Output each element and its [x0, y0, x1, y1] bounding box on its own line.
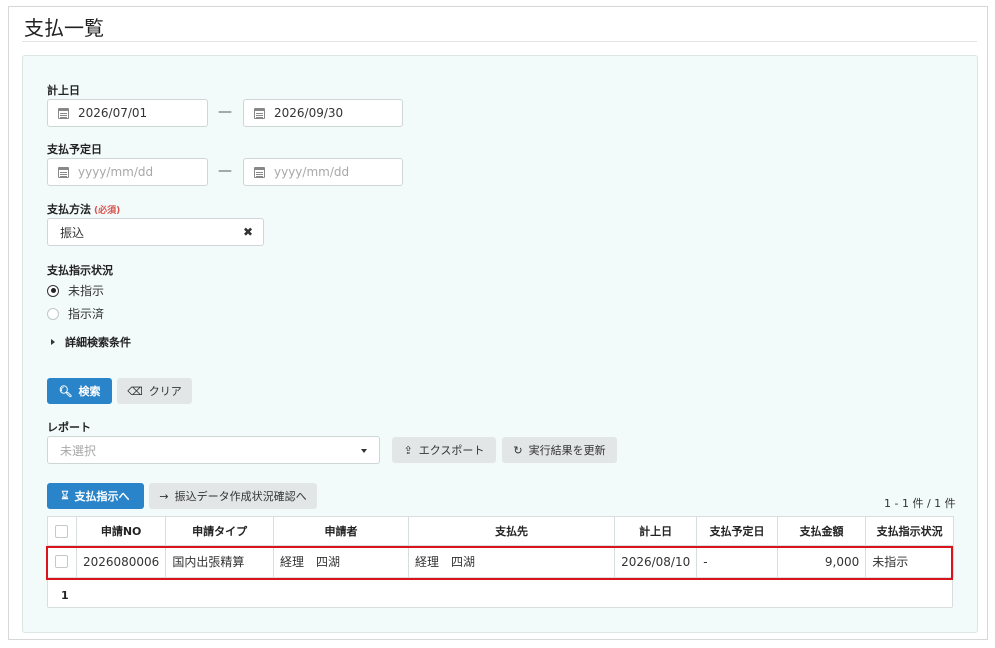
eraser-icon: ⌫	[127, 384, 143, 398]
results-table-container: 申請NO 申請タイプ 申請者 支払先 計上日 支払予定日 支払金額 支払指示状況…	[47, 516, 954, 608]
calendar-icon	[58, 166, 69, 178]
payment-instruct-label: 支払指示へ	[74, 490, 130, 503]
posting-date-to-value: 2026/09/30	[274, 106, 344, 120]
posting-date-to[interactable]: 2026/09/30	[243, 99, 403, 127]
column-header[interactable]: 支払指示状況	[865, 516, 954, 546]
posting-date-cell: 2026/08/10	[614, 545, 698, 578]
column-header[interactable]: 支払先	[408, 516, 616, 546]
scheduled-date-from[interactable]: yyyy/mm/dd	[47, 158, 208, 186]
radio-label: 指示済	[68, 307, 105, 321]
transfer-status-button[interactable]: → 振込データ作成状況確認へ	[149, 483, 317, 509]
column-header[interactable]: 支払金額	[776, 516, 867, 546]
radio-button-checked[interactable]	[47, 284, 59, 297]
search-button-label: 検索	[78, 385, 101, 398]
scheduled-date-cell: -	[696, 545, 778, 578]
payment-method-value: 振込	[60, 225, 85, 240]
calendar-icon	[254, 166, 265, 178]
required-mark: (必須)	[94, 206, 121, 216]
caret-right-icon	[51, 339, 55, 345]
refresh-icon: ↻	[513, 443, 523, 457]
row-select-cell[interactable]	[47, 545, 77, 578]
page-title: 支払一覧	[24, 16, 104, 40]
export-button-label: エクスポート	[418, 444, 485, 457]
select-all-checkbox[interactable]	[55, 524, 69, 538]
payment-method-select[interactable]: 振込 ✖	[47, 218, 264, 246]
payment-method-label: 支払方法 (必須)	[47, 201, 120, 217]
hourglass-icon: ⌛︎	[61, 489, 69, 502]
radio-instructed[interactable]: 指示済	[47, 305, 104, 322]
result-count: 1 - 1 件 / 1 件	[884, 497, 956, 510]
pagination-page[interactable]: 1	[61, 589, 69, 602]
advanced-search-toggle[interactable]: 詳細検索条件	[51, 334, 131, 350]
instruction-status-label: 支払指示状況	[47, 264, 113, 277]
advanced-search-label: 詳細検索条件	[65, 336, 131, 349]
scheduled-date-to-placeholder: yyyy/mm/dd	[274, 165, 350, 179]
chevron-down-icon	[361, 449, 367, 453]
refresh-results-button[interactable]: ↻ 実行結果を更新	[502, 437, 617, 463]
column-header[interactable]: 支払予定日	[696, 516, 778, 546]
scheduled-date-to[interactable]: yyyy/mm/dd	[243, 158, 403, 186]
transfer-status-label: 振込データ作成状況確認へ	[174, 490, 307, 503]
search-icon: 🔍︎	[58, 384, 73, 398]
posting-date-from-value: 2026/07/01	[78, 106, 148, 120]
report-placeholder: 未選択	[60, 443, 97, 458]
results-table: 申請NO 申請タイプ 申請者 支払先 計上日 支払予定日 支払金額 支払指示状況…	[47, 516, 954, 578]
export-button[interactable]: ⇪ エクスポート	[392, 437, 496, 463]
payment-method-label-text: 支払方法	[47, 203, 91, 216]
table-header-row: 申請NO 申請タイプ 申請者 支払先 計上日 支払予定日 支払金額 支払指示状況	[47, 516, 954, 546]
scheduled-date-from-placeholder: yyyy/mm/dd	[78, 165, 154, 179]
search-button[interactable]: 🔍︎ 検索	[47, 378, 112, 404]
table-row[interactable]: 2026080006 国内出張精算 経理 四湖 経理 四湖 2026/08/10…	[47, 545, 954, 578]
status-cell: 未指示	[865, 545, 954, 578]
column-header[interactable]: 計上日	[614, 516, 698, 546]
application-type-cell: 国内出張精算	[165, 545, 274, 578]
upload-icon: ⇪	[403, 443, 413, 457]
column-header[interactable]: 申請タイプ	[165, 516, 274, 546]
report-label: レポート	[47, 421, 91, 434]
clear-button-label: クリア	[148, 385, 182, 398]
radio-button[interactable]	[47, 307, 59, 320]
application-no-cell[interactable]: 2026080006	[75, 545, 167, 578]
payment-instruct-button[interactable]: ⌛︎ 支払指示へ	[47, 483, 144, 509]
row-checkbox[interactable]	[55, 555, 69, 568]
arrow-right-icon: →	[159, 489, 169, 503]
amount-cell: 9,000	[776, 545, 867, 578]
posting-date-label: 計上日	[47, 84, 80, 97]
posting-date-from[interactable]: 2026/07/01	[47, 99, 208, 127]
calendar-icon	[58, 107, 69, 119]
applicant-cell: 経理 四湖	[272, 545, 410, 578]
clear-button[interactable]: ⌫ クリア	[117, 378, 192, 404]
column-header[interactable]: 申請者	[272, 516, 410, 546]
date-range-separator: —	[218, 163, 232, 179]
radio-not-instructed[interactable]: 未指示	[47, 282, 104, 299]
date-range-separator: —	[218, 104, 232, 120]
calendar-icon	[254, 107, 265, 119]
report-select[interactable]: 未選択	[47, 436, 380, 464]
clear-selection-icon[interactable]: ✖	[243, 225, 253, 239]
select-all-header[interactable]	[47, 516, 77, 546]
radio-label: 未指示	[68, 284, 105, 298]
title-divider	[22, 41, 977, 42]
refresh-button-label: 実行結果を更新	[528, 444, 606, 457]
column-header[interactable]: 申請NO	[75, 516, 167, 546]
payee-cell: 経理 四湖	[408, 545, 616, 578]
scheduled-date-label: 支払予定日	[47, 143, 102, 156]
